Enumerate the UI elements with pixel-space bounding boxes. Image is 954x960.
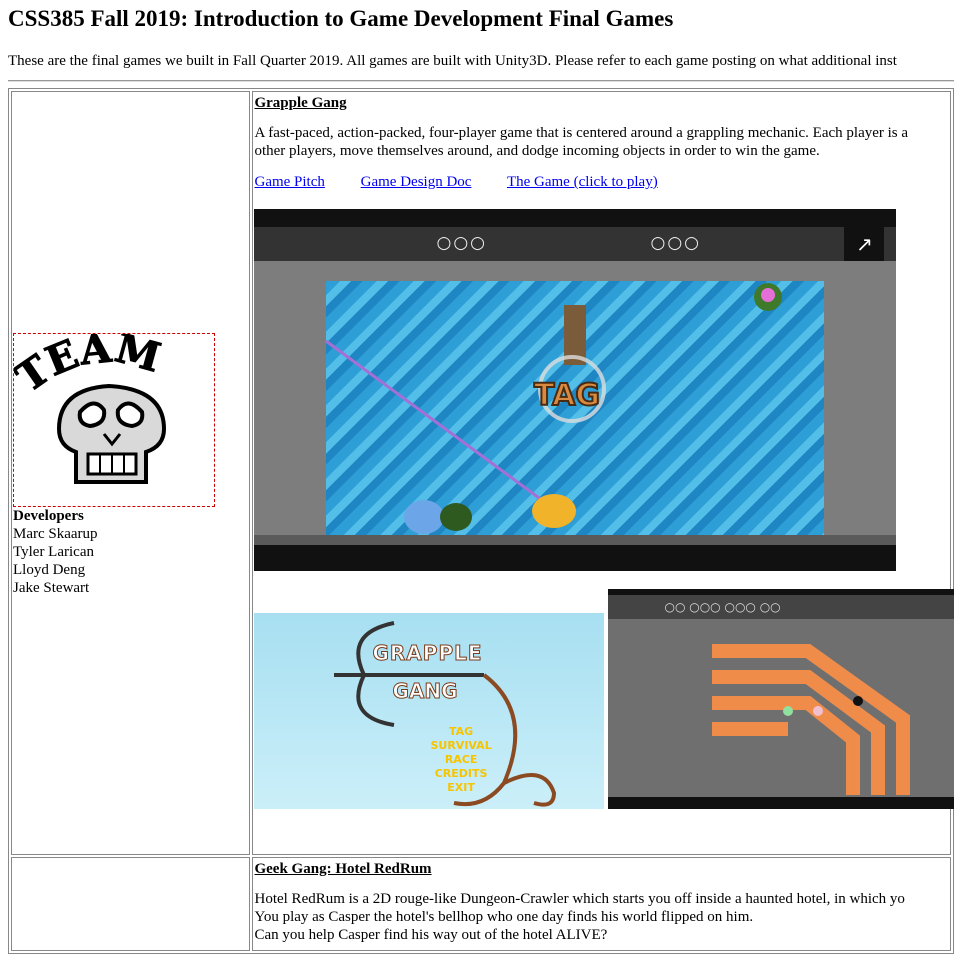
game-cell: Grapple Gang A fast-paced, action-packed… bbox=[252, 91, 954, 855]
team-cell bbox=[11, 857, 251, 951]
game-title: Geek Gang: Hotel RedRum bbox=[254, 861, 432, 877]
screenshots-row: GRAPPLE GANG TAG SURVIVAL RACE CREDITS E… bbox=[254, 589, 954, 811]
arena-floor bbox=[254, 535, 897, 545]
menu-item-exit: EXIT bbox=[447, 781, 475, 794]
team-logo-image: TEAM bbox=[7, 324, 215, 507]
game-row: TEAM Developers Marc Skaarup Tyler Laric… bbox=[7, 91, 954, 855]
game-row: Geek Gang: Hotel RedRum Hotel RedRum is … bbox=[11, 857, 951, 951]
developers-list: Developers Marc Skaarup Tyler Larican Ll… bbox=[13, 507, 248, 597]
main-menu-screenshot[interactable]: GRAPPLE GANG TAG SURVIVAL RACE CREDITS E… bbox=[254, 613, 605, 809]
game-description: A fast-paced, action-packed, four-player… bbox=[254, 124, 949, 160]
game-cell: Geek Gang: Hotel RedRum Hotel RedRum is … bbox=[252, 857, 951, 951]
game-title: Grapple Gang bbox=[254, 95, 347, 111]
description-line: You play as Casper the hotel's bellhop w… bbox=[254, 909, 754, 925]
game-description: Hotel RedRum is a 2D rouge-like Dungeon-… bbox=[254, 890, 949, 944]
level-track bbox=[712, 644, 911, 795]
game-screenshot[interactable]: ○○○ ○○○ ↗ TAG bbox=[254, 209, 897, 571]
game-links: Game Pitch Game Design Doc The Game (cli… bbox=[254, 174, 949, 191]
menu-title-line1: GRAPPLE bbox=[372, 641, 483, 666]
team-cell: TEAM Developers Marc Skaarup Tyler Laric… bbox=[7, 91, 251, 855]
developer-name: Lloyd Deng bbox=[13, 562, 86, 578]
game-pitch-link[interactable]: Game Pitch bbox=[254, 174, 324, 190]
play-game-link[interactable]: The Game (click to play) bbox=[507, 174, 658, 190]
description-line: Hotel RedRum is a 2D rouge-like Dungeon-… bbox=[254, 891, 905, 907]
description-line: other players, move themselves around, a… bbox=[254, 143, 820, 159]
description-line: Can you help Casper find his way out of … bbox=[254, 927, 608, 943]
menu-item-survival: SURVIVAL bbox=[430, 739, 492, 752]
games-table: TEAM Developers Marc Skaarup Tyler Laric… bbox=[7, 88, 954, 954]
menu-item-race: RACE bbox=[444, 753, 478, 766]
intro-text: These are the final games we built in Fa… bbox=[8, 53, 897, 69]
developer-name: Jake Stewart bbox=[13, 580, 90, 596]
description-line: A fast-paced, action-packed, four-player… bbox=[254, 125, 909, 141]
menu-item-tag: TAG bbox=[449, 725, 474, 738]
level-screenshot[interactable]: ○○ ○○○ ○○○ ○○ bbox=[608, 589, 954, 809]
developer-name: Marc Skaarup bbox=[13, 526, 98, 542]
tag-label: TAG bbox=[534, 378, 600, 413]
divider bbox=[8, 80, 954, 82]
menu-title-line2: GANG bbox=[392, 679, 458, 704]
game-design-doc-link[interactable]: Game Design Doc bbox=[361, 174, 472, 190]
page-title: CSS385 Fall 2019: Introduction to Game D… bbox=[8, 6, 674, 31]
developers-label: Developers bbox=[13, 508, 84, 524]
skull-icon: TEAM bbox=[7, 324, 167, 484]
menu-item-credits: CREDITS bbox=[434, 767, 488, 780]
developer-name: Tyler Larican bbox=[13, 544, 94, 560]
menu-items: TAG SURVIVAL RACE CREDITS EXIT bbox=[430, 725, 491, 795]
arena-overlay: TAG bbox=[325, 283, 783, 534]
